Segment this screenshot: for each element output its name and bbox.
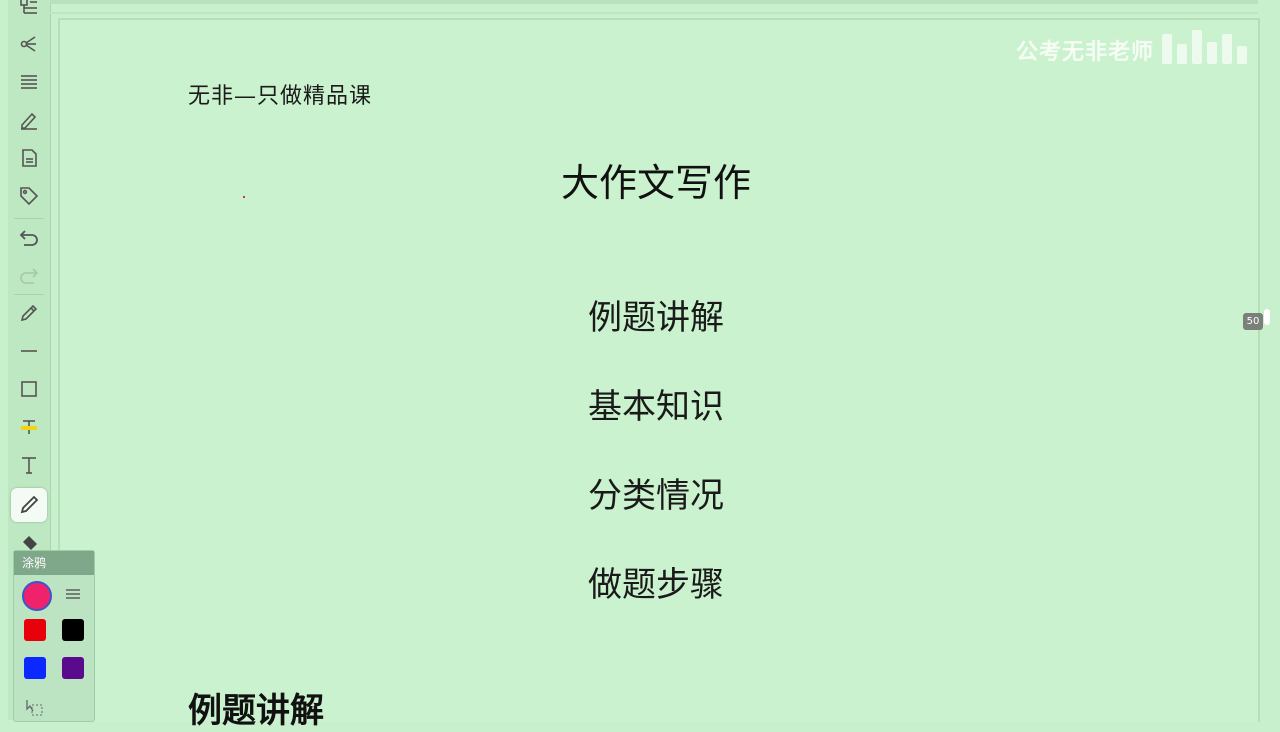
current-color-swatch[interactable] xyxy=(22,581,52,611)
select-area-icon[interactable] xyxy=(24,697,44,717)
color-swatch-purple[interactable] xyxy=(62,657,84,679)
line-icon[interactable] xyxy=(11,334,47,368)
mind-map-icon[interactable] xyxy=(11,27,47,61)
doodle-palette: 涂鸦 xyxy=(13,550,95,722)
color-swatch-red[interactable] xyxy=(24,619,46,641)
outline-icon[interactable] xyxy=(11,0,47,24)
redo-icon[interactable] xyxy=(11,258,47,292)
color-swatch-black[interactable] xyxy=(62,619,84,641)
page-number-badge: 50 xyxy=(1243,313,1263,330)
line-width-icon[interactable] xyxy=(64,585,82,603)
outline-item-2: 基本知识 xyxy=(588,387,724,427)
scrollbar-thumb[interactable] xyxy=(1264,309,1270,325)
brand-line: 无非—只做精品课 xyxy=(188,84,373,109)
palette-title: 涂鸦 xyxy=(14,551,94,575)
list-icon[interactable] xyxy=(11,65,47,99)
page-title: 大作文写作 xyxy=(560,161,751,205)
watermark-logo xyxy=(1162,26,1254,64)
outline-item-4: 做题步骤 xyxy=(588,565,724,605)
signature-icon[interactable] xyxy=(11,103,47,137)
page-top-border xyxy=(50,0,1258,4)
outline-item-3: 分类情况 xyxy=(588,476,724,516)
document-page[interactable] xyxy=(58,18,1260,722)
page-top-border-inner xyxy=(50,12,1258,14)
undo-icon[interactable] xyxy=(11,220,47,254)
color-swatch-blue[interactable] xyxy=(24,657,46,679)
outline-item-1: 例题讲解 xyxy=(588,298,724,338)
watermark-text: 公考无非老师 xyxy=(1015,40,1154,65)
section-heading: 例题讲解 xyxy=(188,691,324,731)
